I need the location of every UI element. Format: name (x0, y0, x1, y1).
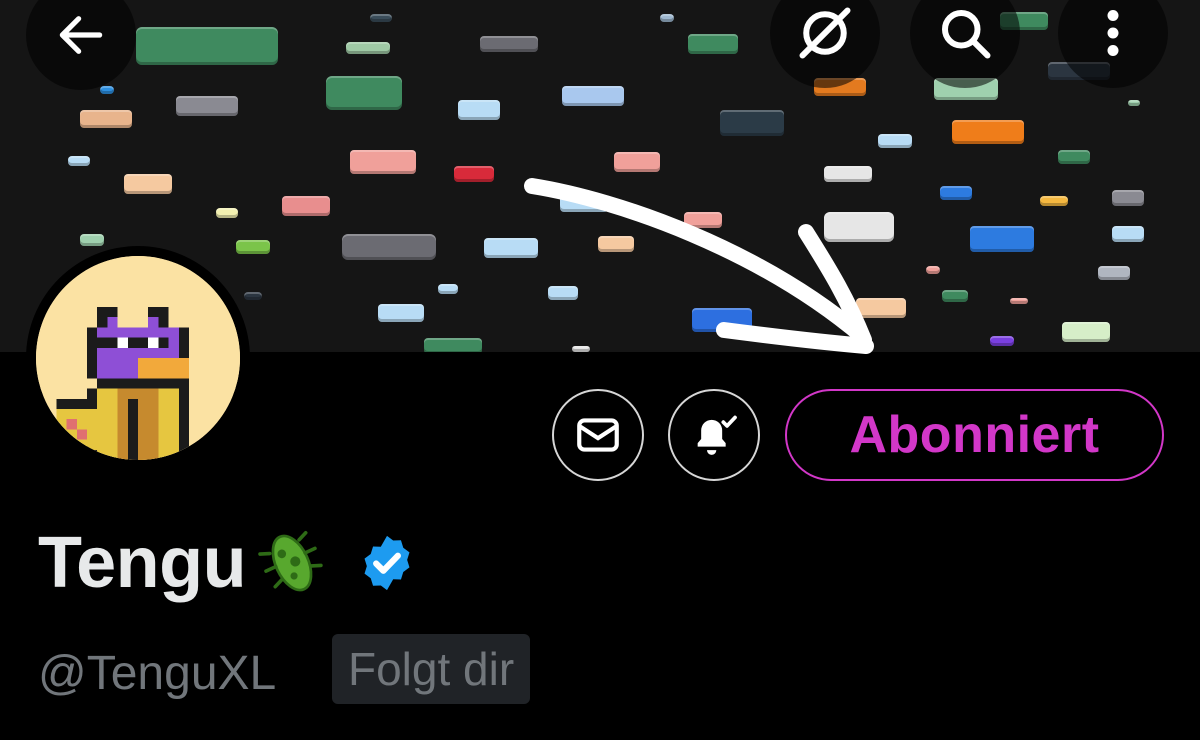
notifications-button[interactable] (668, 389, 760, 481)
following-button-label: Abonniert (849, 406, 1100, 464)
grok-icon (799, 7, 851, 59)
verified-badge-icon (364, 535, 410, 591)
follows-you-badge: Folgt dir (332, 634, 531, 704)
follows-you-label: Folgt dir (348, 643, 515, 695)
bell-check-icon (697, 415, 737, 455)
message-button[interactable] (552, 389, 644, 481)
username: @TenguXL (38, 647, 277, 700)
arrow-left-icon (59, 16, 103, 54)
avatar-image (36, 256, 240, 460)
display-name: Tengu (38, 523, 247, 603)
search-icon (942, 10, 991, 59)
envelope-icon (577, 418, 619, 452)
profile-name-row: Tengu (38, 522, 418, 604)
more-vertical-icon (1107, 10, 1119, 56)
following-button[interactable]: Abonniert (785, 389, 1164, 481)
avatar[interactable] (26, 246, 250, 470)
microbe-icon (258, 530, 323, 592)
